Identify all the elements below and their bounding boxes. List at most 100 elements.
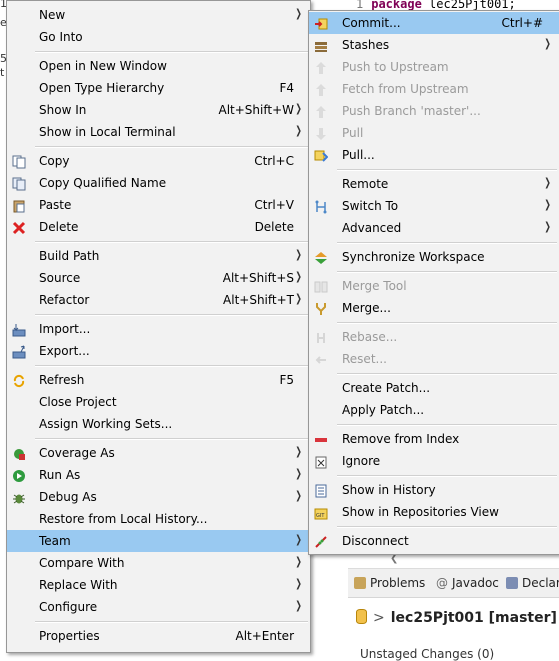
- menu-separator: [35, 621, 308, 623]
- menu-item-commit[interactable]: Commit... Ctrl+#: [309, 12, 559, 34]
- javadoc-icon: @: [436, 576, 448, 590]
- menu-item-show-in[interactable]: Show In Alt+Shift+W ❯: [7, 99, 310, 121]
- submenu-chevron-icon: ❯: [295, 102, 302, 115]
- menu-item-show-in-local-terminal[interactable]: Show in Local Terminal ❯: [7, 121, 310, 143]
- menu-item-label: Open Type Hierarchy: [39, 81, 165, 95]
- menu-item-refactor[interactable]: Refactor Alt+Shift+T ❯: [7, 289, 310, 311]
- menu-item-configure[interactable]: Configure ❯: [7, 596, 310, 618]
- repository-icon: [356, 609, 367, 624]
- reset-icon: [313, 352, 328, 367]
- menu-item-restore-from-local-history[interactable]: Restore from Local History...: [7, 508, 310, 530]
- menu-item-team[interactable]: Team ❯: [7, 530, 310, 552]
- menu-item-switch-to[interactable]: Switch To ❯: [309, 195, 559, 217]
- menu-item-fetch-from-upstream: Fetch from Upstream: [309, 78, 559, 100]
- menu-item-go-into[interactable]: Go Into: [7, 26, 310, 48]
- menu-item-copy-qualified-name[interactable]: Copy Qualified Name: [7, 172, 310, 194]
- tab-declaration[interactable]: Declar: [506, 576, 559, 590]
- delete-icon: [11, 220, 26, 235]
- menu-item-stashes[interactable]: Stashes ❯: [309, 34, 559, 56]
- menu-item-label: Assign Working Sets...: [39, 417, 173, 431]
- menu-item-merge-tool: Merge Tool: [309, 275, 559, 297]
- submenu-chevron-icon: ❯: [544, 176, 551, 189]
- menu-item-ignore[interactable]: Ignore: [309, 450, 559, 472]
- menu-item-copy[interactable]: Copy Ctrl+C: [7, 150, 310, 172]
- menu-item-label: Paste: [39, 198, 72, 212]
- menu-item-source[interactable]: Source Alt+Shift+S ❯: [7, 267, 310, 289]
- menu-separator: [337, 373, 557, 375]
- menu-item-compare-with[interactable]: Compare With ❯: [7, 552, 310, 574]
- menu-item-show-in-history[interactable]: Show in History: [309, 479, 559, 501]
- coverage-icon: [11, 446, 26, 461]
- menu-item-debug-as[interactable]: Debug As ❯: [7, 486, 310, 508]
- menu-item-merge[interactable]: Merge...: [309, 297, 559, 319]
- menu-item-replace-with[interactable]: Replace With ❯: [7, 574, 310, 596]
- refresh-icon: [11, 373, 26, 388]
- menu-item-label: New: [39, 8, 66, 22]
- submenu-chevron-icon: ❯: [295, 467, 302, 480]
- menu-item-import[interactable]: Import...: [7, 318, 310, 340]
- menu-item-label: Pull: [342, 126, 364, 140]
- copy-qualified-icon: [11, 176, 26, 191]
- menu-item-create-patch[interactable]: Create Patch...: [309, 377, 559, 399]
- menu-separator: [35, 365, 308, 367]
- menu-item-label: Refresh: [39, 373, 85, 387]
- pull-icon: [313, 126, 328, 141]
- menu-item-synchronize-workspace[interactable]: Synchronize Workspace: [309, 246, 559, 268]
- menu-item-coverage-as[interactable]: Coverage As ❯: [7, 442, 310, 464]
- menu-item-push-branch-master: Push Branch 'master'...: [309, 100, 559, 122]
- menu-item-label: Open in New Window: [39, 59, 167, 73]
- submenu-chevron-icon: ❯: [295, 533, 302, 546]
- menu-item-shortcut: F5: [279, 373, 294, 387]
- menu-item-shortcut: Alt+Shift+T: [223, 293, 294, 307]
- submenu-chevron-icon: ❯: [295, 577, 302, 590]
- menu-item-remote[interactable]: Remote ❯: [309, 173, 559, 195]
- team-submenu: Commit... Ctrl+# Stashes ❯ Push to Upstream F…: [308, 10, 559, 555]
- pull-dialog-icon: [313, 148, 328, 163]
- tab-javadoc[interactable]: @ Javadoc: [436, 576, 499, 590]
- menu-item-shortcut: F4: [279, 81, 294, 95]
- menu-item-label: Remote: [342, 177, 389, 191]
- menu-item-new[interactable]: New ❯: [7, 4, 310, 26]
- submenu-chevron-icon: ❯: [295, 292, 302, 305]
- svg-text:GIT: GIT: [316, 513, 325, 519]
- menu-item-advanced[interactable]: Advanced ❯: [309, 217, 559, 239]
- menu-item-disconnect[interactable]: Disconnect: [309, 530, 559, 552]
- menu-item-export[interactable]: Export...: [7, 340, 310, 362]
- fetch-icon: [313, 82, 328, 97]
- menu-item-close-project[interactable]: Close Project: [7, 391, 310, 413]
- menu-item-label: Push Branch 'master'...: [342, 104, 481, 118]
- menu-item-shortcut: Ctrl+C: [254, 154, 294, 168]
- menu-item-build-path[interactable]: Build Path ❯: [7, 245, 310, 267]
- menu-item-label: Build Path: [39, 249, 100, 263]
- unstaged-changes-header[interactable]: Unstaged Changes (0): [360, 647, 494, 661]
- tab-label: Problems: [370, 576, 426, 590]
- git-staging-panel: Problems @ Javadoc Declar > lec25Pjt001 [m…: [348, 568, 559, 661]
- context-menu: New ❯ Go Into Open in New Window Open Type H…: [6, 0, 311, 653]
- menu-item-label: Run As: [39, 468, 81, 482]
- menu-item-properties[interactable]: Properties Alt+Enter: [7, 625, 310, 647]
- menu-separator: [337, 271, 557, 273]
- menu-item-label: Create Patch...: [342, 381, 431, 395]
- menu-item-rebase: Rebase...: [309, 326, 559, 348]
- debug-icon: [11, 490, 26, 505]
- menu-item-open-in-new-window[interactable]: Open in New Window: [7, 55, 310, 77]
- menu-item-delete[interactable]: Delete Delete: [7, 216, 310, 238]
- menu-item-label: Configure: [39, 600, 98, 614]
- menu-item-open-type-hierarchy[interactable]: Open Type Hierarchy F4: [7, 77, 310, 99]
- menu-item-paste[interactable]: Paste Ctrl+V: [7, 194, 310, 216]
- menu-item-show-in-repositories-view[interactable]: GIT Show in Repositories View: [309, 501, 559, 523]
- menu-item-pull[interactable]: Pull...: [309, 144, 559, 166]
- menu-item-label: Remove from Index: [342, 432, 460, 446]
- menu-item-remove-from-index[interactable]: Remove from Index: [309, 428, 559, 450]
- menu-item-refresh[interactable]: Refresh F5: [7, 369, 310, 391]
- menu-item-assign-working-sets[interactable]: Assign Working Sets...: [7, 413, 310, 435]
- bottom-tab-bar: Problems @ Javadoc Declar: [348, 569, 559, 598]
- push-branch-icon: [313, 104, 328, 119]
- menu-item-label: Synchronize Workspace: [342, 250, 485, 264]
- menu-item-run-as[interactable]: Run As ❯: [7, 464, 310, 486]
- submenu-chevron-icon: ❯: [295, 124, 302, 137]
- tab-problems[interactable]: Problems: [354, 576, 425, 590]
- menu-item-apply-patch[interactable]: Apply Patch...: [309, 399, 559, 421]
- menu-item-label: Merge Tool: [342, 279, 407, 293]
- import-icon: [11, 322, 26, 337]
